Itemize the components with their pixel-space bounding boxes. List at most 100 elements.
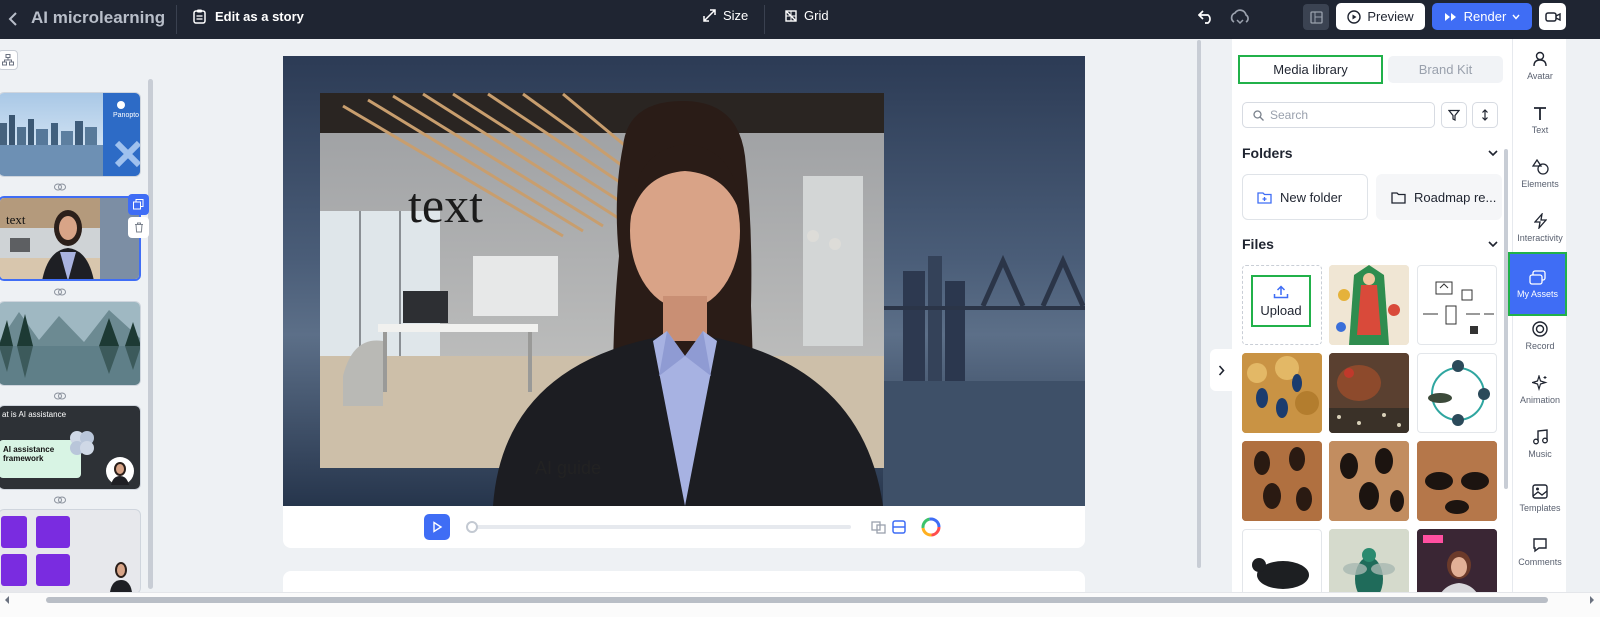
stage-canvas[interactable]: text AI guide <box>283 56 1085 506</box>
chevron-down-icon <box>1512 14 1520 20</box>
collapse-panel-button[interactable] <box>1210 349 1232 391</box>
filter-button[interactable] <box>1441 102 1467 128</box>
resize-icon <box>703 9 716 22</box>
canvas-text-element[interactable]: text <box>408 176 483 234</box>
file-thumbnail[interactable] <box>1329 353 1409 433</box>
play-icon <box>433 521 443 533</box>
video-camera-icon <box>1544 11 1561 22</box>
slide-thumbnail[interactable] <box>0 509 141 592</box>
rail-item-elements[interactable]: Elements <box>1513 148 1567 200</box>
file-thumbnail[interactable] <box>1242 353 1322 433</box>
search-placeholder: Search <box>1270 108 1309 122</box>
edit-as-story-button[interactable]: Edit as a story <box>193 9 304 24</box>
render-icon <box>1444 12 1456 21</box>
rail-item-avatar[interactable]: Avatar <box>1513 40 1567 92</box>
chevron-right-icon <box>1218 364 1225 376</box>
play-button[interactable] <box>424 514 450 540</box>
link-icon[interactable] <box>54 495 66 505</box>
lightning-icon <box>1533 213 1547 229</box>
panel-scrollbar[interactable] <box>1504 149 1508 489</box>
preview-label: Preview <box>1367 9 1414 24</box>
split-icon <box>892 520 906 534</box>
file-thumbnail[interactable] <box>1417 441 1497 521</box>
file-thumbnail[interactable] <box>1417 529 1497 592</box>
avatar-icon <box>1533 51 1547 67</box>
media-panel: Media library Brand Kit Search Folders N… <box>1232 39 1512 592</box>
rail-item-interactivity[interactable]: Interactivity <box>1513 202 1567 254</box>
sort-button[interactable] <box>1472 102 1498 128</box>
color-theme-button[interactable] <box>920 516 942 538</box>
svg-text:Panopto: Panopto <box>113 112 139 119</box>
canvas-scrollbar[interactable] <box>1197 40 1201 568</box>
file-thumbnail[interactable] <box>1242 529 1322 592</box>
svg-text:text: text <box>6 212 26 227</box>
file-thumbnail[interactable] <box>1242 441 1322 521</box>
chevron-down-icon[interactable] <box>1488 150 1498 157</box>
rail-item-record[interactable]: Record <box>1513 310 1567 362</box>
cloud-sync-icon[interactable] <box>1229 7 1251 27</box>
music-icon <box>1532 429 1548 445</box>
canvas-guide-text[interactable]: AI guide <box>535 458 601 479</box>
split-view-button[interactable] <box>888 516 910 538</box>
grid-button[interactable]: Grid <box>785 8 829 23</box>
copy-icon <box>133 199 144 210</box>
link-icon[interactable] <box>54 287 66 297</box>
layout-toggle-button[interactable] <box>1303 4 1329 30</box>
rail-item-animation[interactable]: Animation <box>1513 364 1567 416</box>
rail-item-my-assets[interactable]: My Assets <box>1508 252 1567 316</box>
slide-list-scrollbar[interactable] <box>148 79 153 589</box>
new-folder-button[interactable]: New folder <box>1242 174 1368 220</box>
slide-thumbnail[interactable]: at is AI assistance AI assistance framew… <box>0 405 141 490</box>
duplicate-slide-button[interactable] <box>128 194 149 215</box>
top-bar: AI microlearning Edit as a story Size Gr… <box>0 0 1600 39</box>
layers-icon <box>871 521 886 534</box>
link-icon[interactable] <box>54 182 66 192</box>
upload-dropzone[interactable]: Upload <box>1242 265 1322 345</box>
undo-icon[interactable] <box>1198 7 1214 25</box>
slide-thumbnail[interactable]: Panopto <box>0 92 141 177</box>
rail-item-templates[interactable]: Templates <box>1513 472 1567 524</box>
file-thumbnail[interactable] <box>1417 265 1497 345</box>
folder-plus-icon <box>1257 191 1272 204</box>
rail-item-text[interactable]: Text <box>1513 94 1567 146</box>
rail-label: Elements <box>1521 179 1559 189</box>
file-thumbnail[interactable] <box>1329 529 1409 592</box>
rail-item-comments[interactable]: Comments <box>1513 526 1567 578</box>
hierarchy-icon <box>2 54 14 66</box>
link-icon[interactable] <box>54 391 66 401</box>
layers-button[interactable] <box>868 516 890 538</box>
folder-item[interactable]: Roadmap re... <box>1376 174 1502 220</box>
slide-title: at is AI assistance <box>2 410 67 419</box>
tab-brand-kit[interactable]: Brand Kit <box>1388 56 1503 83</box>
new-folder-label: New folder <box>1280 189 1343 205</box>
back-chevron-icon[interactable] <box>8 11 18 27</box>
file-thumbnail[interactable] <box>1329 265 1409 345</box>
search-input[interactable]: Search <box>1242 102 1435 128</box>
upload-button[interactable]: Upload <box>1251 275 1311 327</box>
sparkle-icon <box>1532 375 1548 391</box>
scroll-right-icon[interactable] <box>1588 595 1596 605</box>
scroll-left-icon[interactable] <box>3 595 11 605</box>
horizontal-scrollbar[interactable] <box>0 592 1600 617</box>
render-button[interactable]: Render <box>1432 3 1532 30</box>
slide-thumbnail[interactable] <box>0 301 141 386</box>
slide-thumbnail-selected[interactable]: text <box>0 196 141 281</box>
horizontal-scroll-thumb[interactable] <box>46 597 1548 603</box>
file-thumbnail[interactable] <box>1329 441 1409 521</box>
file-thumbnail[interactable] <box>1417 353 1497 433</box>
timeline-track[interactable] <box>469 525 851 529</box>
divider <box>764 5 765 34</box>
layout-icon <box>1309 10 1323 24</box>
slide-structure-button[interactable] <box>0 50 18 70</box>
chevron-down-icon[interactable] <box>1488 241 1498 248</box>
rail-item-music[interactable]: Music <box>1513 418 1567 470</box>
delete-slide-button[interactable] <box>128 217 149 238</box>
timeline-scrubber[interactable] <box>466 521 478 533</box>
size-button[interactable]: Size <box>703 8 748 23</box>
record-video-button[interactable] <box>1539 3 1566 30</box>
slide-box-title: AI assistance framework <box>3 445 55 463</box>
tab-media-library[interactable]: Media library <box>1238 55 1383 84</box>
avatar-circle <box>106 457 134 485</box>
preview-button[interactable]: Preview <box>1336 3 1425 30</box>
player-controls <box>283 506 1085 548</box>
